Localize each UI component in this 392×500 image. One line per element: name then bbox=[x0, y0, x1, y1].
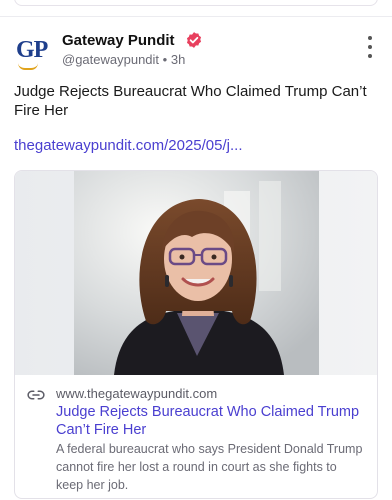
author-meta: @gatewaypundit • 3h bbox=[62, 52, 185, 67]
link-domain: www.thegatewaypundit.com bbox=[56, 386, 218, 401]
link-preview-image[interactable] bbox=[15, 171, 377, 375]
more-dot bbox=[368, 36, 372, 40]
verified-badge-icon bbox=[186, 32, 202, 48]
more-options-icon[interactable] bbox=[362, 36, 378, 58]
link-icon bbox=[27, 390, 45, 400]
link-description: A federal bureaucrat who says President … bbox=[56, 442, 363, 492]
post-text: Judge Rejects Bureaucrat Who Claimed Tru… bbox=[14, 83, 367, 119]
portrait-illustration bbox=[74, 171, 319, 375]
author-avatar[interactable]: GP bbox=[14, 33, 52, 71]
meta-separator: • bbox=[162, 52, 168, 67]
article-photo bbox=[74, 171, 319, 375]
logo-swoosh-icon bbox=[18, 63, 38, 70]
post-link[interactable]: thegatewaypundit.com/2025/05/j... bbox=[14, 137, 243, 154]
link-title[interactable]: Judge Rejects Bureaucrat Who Claimed Tru… bbox=[56, 403, 363, 439]
avatar-logo-text: GP bbox=[16, 37, 48, 63]
more-dot bbox=[368, 54, 372, 58]
previous-card-edge bbox=[14, 0, 378, 6]
post-header: GP Gateway Pundit @gatewaypundit • 3h bbox=[14, 30, 378, 74]
author-name[interactable]: Gateway Pundit bbox=[62, 32, 175, 49]
link-preview-card[interactable]: www.thegatewaypundit.com Judge Rejects B… bbox=[14, 170, 378, 499]
author-handle[interactable]: @gatewaypundit bbox=[62, 52, 159, 67]
more-dot bbox=[368, 45, 372, 49]
post-time: 3h bbox=[170, 52, 186, 67]
feed-divider bbox=[0, 16, 392, 17]
